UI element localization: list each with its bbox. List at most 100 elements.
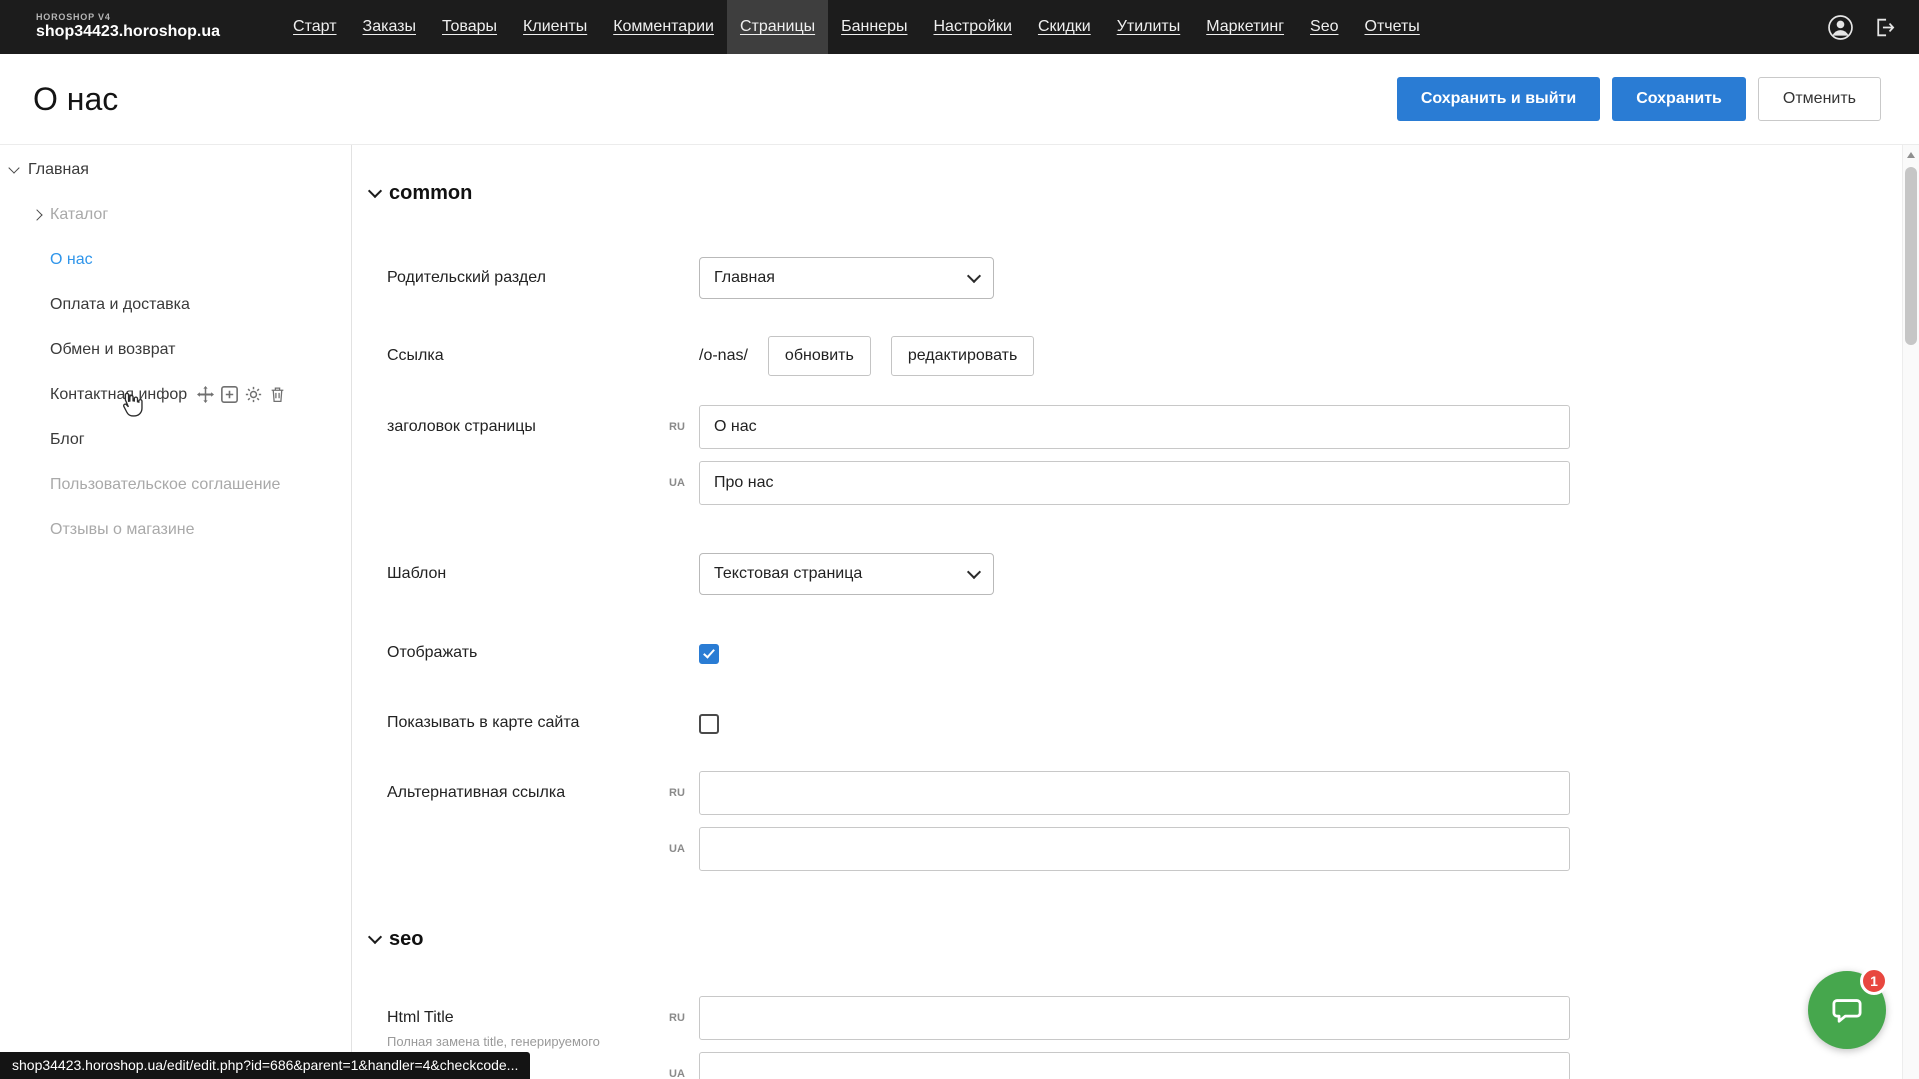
logout-icon[interactable] [1872,15,1897,40]
menu-item-clients[interactable]: Клиенты [510,0,600,54]
chevron-down-icon [368,930,382,944]
chat-launcher-button[interactable]: 1 [1808,971,1886,1049]
parent-section-select[interactable]: Главная [699,257,994,299]
settings-icon[interactable] [245,386,262,403]
lang-tag-ru: RU [669,787,685,799]
display-row: Отображать [387,641,1902,665]
sidebar-item-label: Каталог [50,206,108,224]
refresh-link-button[interactable]: обновить [768,336,871,376]
chevron-right-icon [31,209,42,220]
sidebar-item-about[interactable]: О нас [0,237,351,282]
sidebar-item-blog[interactable]: Блог [0,417,351,462]
field-label: Показывать в карте сайта [387,711,699,735]
section-seo-toggle[interactable]: seo [370,927,1902,951]
section-common-toggle[interactable]: common [370,181,1902,205]
cancel-button[interactable]: Отменить [1758,77,1881,121]
template-row: Шаблон Текстовая страница [387,553,1902,595]
menu-item-products[interactable]: Товары [429,0,510,54]
sidebar-item-home[interactable]: Главная [0,147,351,192]
parent-section-row: Родительский раздел Главная [387,257,1902,299]
topbar-menu: Старт Заказы Товары Клиенты Комментарии … [280,0,1433,54]
save-button[interactable]: Сохранить [1612,77,1746,121]
menu-item-pages[interactable]: Страницы [727,0,828,54]
pages-tree-sidebar: Главная Каталог О нас Оплата и доставка … [0,145,352,1079]
field-label: заголовок страницы [387,405,699,449]
sidebar-item-payment-delivery[interactable]: Оплата и доставка [0,282,351,327]
sidebar-item-label: Отзывы о магазине [50,521,195,539]
template-select[interactable]: Текстовая страница [699,553,994,595]
sidebar-item-label: Главная [28,161,89,179]
section-title: seo [389,928,423,951]
edit-link-button[interactable]: редактировать [891,336,1034,376]
sidebar-item-store-reviews[interactable]: Отзывы о магазине [0,507,351,552]
app-logo[interactable]: HOROSHOP V4 shop34423.horoshop.ua [36,13,220,40]
display-checkbox[interactable] [699,644,719,664]
chat-unread-badge: 1 [1860,967,1888,995]
alt-link-row: Альтернативная ссылка RU UA [387,771,1902,871]
select-value: Текстовая страница [714,565,862,583]
sidebar-item-label: Блог [50,431,85,449]
sidebar-item-label: Обмен и возврат [50,341,175,359]
page-title: О нас [33,81,118,118]
chevron-down-icon [8,162,19,173]
alt-link-ru-input[interactable] [699,771,1570,815]
html-title-ua-input[interactable] [699,1052,1570,1079]
vertical-scrollbar[interactable] [1902,145,1919,1079]
field-hint: Полная замена title, генерируемого [387,1034,699,1050]
chevron-down-icon [967,565,981,579]
sidebar-item-user-agreement[interactable]: Пользовательское соглашение [0,462,351,507]
sidebar-item-exchange-return[interactable]: Обмен и возврат [0,327,351,372]
chat-icon [1827,990,1867,1030]
field-label: Альтернативная ссылка [387,771,699,815]
alt-link-ua-input[interactable] [699,827,1570,871]
tree-row-actions [197,386,286,403]
menu-item-settings[interactable]: Настройки [920,0,1024,54]
page-url-path: /o-nas/ [699,347,748,365]
menu-item-marketing[interactable]: Маркетинг [1193,0,1297,54]
sidebar-item-catalog[interactable]: Каталог [0,192,351,237]
menu-item-seo[interactable]: Seo [1297,0,1351,54]
sitemap-row: Показывать в карте сайта [387,711,1902,735]
save-and-exit-button[interactable]: Сохранить и выйти [1397,77,1600,121]
page-edit-form: common Родительский раздел Главная Ссылк… [352,145,1902,1079]
menu-item-orders[interactable]: Заказы [350,0,429,54]
page-title-ua-input[interactable] [699,461,1570,505]
menu-item-start[interactable]: Старт [280,0,349,54]
sitemap-checkbox[interactable] [699,714,719,734]
menu-item-comments[interactable]: Комментарии [600,0,727,54]
link-row: Ссылка /o-nas/ обновить редактировать [387,336,1902,376]
page-title-ru-input[interactable] [699,405,1570,449]
topbar: HOROSHOP V4 shop34423.horoshop.ua Старт … [0,0,1919,54]
page-header: О нас Сохранить и выйти Сохранить Отмени… [0,54,1919,145]
scrollbar-thumb[interactable] [1905,167,1917,345]
lang-tag-ru: RU [669,1012,685,1024]
menu-item-reports[interactable]: Отчеты [1352,0,1433,54]
field-label: Родительский раздел [387,257,699,299]
chevron-down-icon [368,184,382,198]
add-icon[interactable] [221,386,238,403]
sidebar-item-label: Оплата и доставка [50,296,190,314]
move-icon[interactable] [197,386,214,403]
html-title-ru-input[interactable] [699,996,1570,1040]
logo-version-label: HOROSHOP V4 [36,13,220,23]
menu-item-banners[interactable]: Баннеры [828,0,920,54]
sidebar-item-label: Контактная инфор [50,386,187,404]
sidebar-item-contact-info[interactable]: Контактная инфор [0,372,351,417]
user-icon[interactable] [1827,14,1854,41]
scroll-up-icon[interactable] [1907,152,1915,158]
logo-domain-label: shop34423.horoshop.ua [36,23,220,41]
menu-item-discounts[interactable]: Скидки [1025,0,1104,54]
field-label: Html Title Полная замена title, генериру… [387,996,699,1050]
field-label: Шаблон [387,553,699,595]
sidebar-item-label: О нас [50,251,93,269]
lang-tag-ru: RU [669,421,685,433]
field-label: Ссылка [387,336,699,376]
delete-icon[interactable] [269,386,286,403]
link-status-tooltip: shop34423.horoshop.ua/edit/edit.php?id=6… [0,1052,530,1079]
menu-item-utilities[interactable]: Утилиты [1104,0,1194,54]
field-label: Отображать [387,641,699,665]
section-title: common [389,182,472,205]
html-title-row: Html Title Полная замена title, генериру… [387,996,1902,1079]
chevron-down-icon [967,269,981,283]
lang-tag-ua: UA [669,1068,685,1079]
